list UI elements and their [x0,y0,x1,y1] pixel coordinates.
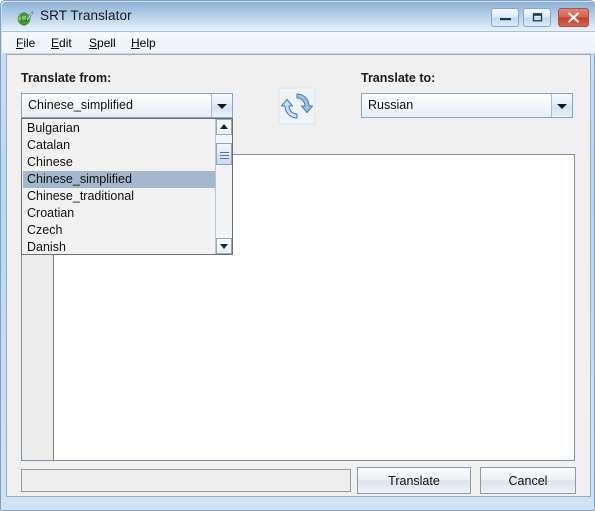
application-window: SRT Translator File Edit Spell Help Tran… [0,0,595,511]
list-item[interactable]: Catalan [23,137,216,154]
translate-from-label: Translate from: [21,71,112,85]
list-item[interactable]: Czech [23,222,216,239]
list-item[interactable]: Danish [23,239,216,253]
scroll-down-icon[interactable] [216,238,232,254]
window-title: SRT Translator [40,8,132,23]
arrow-down-glyph [220,244,228,249]
menu-help-mnemonic: H [131,36,140,50]
source-combo-arrow-button[interactable] [211,94,232,117]
translate-button[interactable]: Translate [357,467,471,494]
chevron-down-icon [557,103,567,109]
scrollbar-thumb[interactable] [216,143,232,165]
menu-edit-mnemonic: E [51,36,60,50]
target-language-value: Russian [368,98,414,112]
dropdown-scrollbar[interactable] [215,119,232,254]
translation-progress-bar [21,469,351,492]
translate-to-label: Translate to: [361,71,436,85]
menu-item-spell[interactable]: Spell [83,35,122,52]
source-language-dropdown-popup[interactable]: Bulgarian Catalan Chinese Chinese_simpli… [21,118,233,255]
list-item-selected[interactable]: Chinese_simplified [23,171,216,188]
title-bar[interactable]: SRT Translator [2,2,595,32]
cancel-button[interactable]: Cancel [480,467,576,494]
list-item[interactable]: Chinese_traditional [23,188,216,205]
menu-item-file[interactable]: File [10,35,41,52]
menu-spell-mnemonic: S [89,36,98,50]
grip-line [220,152,229,153]
menu-item-edit[interactable]: Edit [45,35,78,52]
list-item[interactable]: Bulgarian [23,120,216,137]
source-language-combo[interactable]: Chinese_simplified [21,93,233,118]
menu-file-rest: ile [23,36,36,50]
close-icon[interactable] [558,8,589,27]
close-glyph [559,9,588,26]
scroll-up-icon[interactable] [216,119,232,135]
arrow-up-glyph [220,124,228,129]
menu-help-rest: elp [139,36,156,50]
grip-line [220,158,229,159]
menu-edit-rest: dit [59,36,72,50]
menu-spell-rest: pell [97,36,116,50]
maximize-glyph [524,9,550,26]
source-language-option-list[interactable]: Bulgarian Catalan Chinese Chinese_simpli… [23,120,216,253]
chevron-down-icon [217,103,227,109]
grip-line [220,155,229,156]
client-area: Translate from: Translate to: Chinese_si… [6,54,591,497]
list-item[interactable]: Croatian [23,205,216,222]
target-combo-arrow-button[interactable] [551,94,572,117]
menu-bar: File Edit Spell Help [2,32,595,54]
source-language-value: Chinese_simplified [28,98,133,112]
target-language-combo[interactable]: Russian [361,93,573,118]
menu-item-help[interactable]: Help [125,35,162,52]
minimize-glyph [492,9,518,26]
maximize-icon[interactable] [523,8,551,27]
list-item[interactable]: Chinese [23,154,216,171]
swap-languages-icon[interactable] [278,87,316,125]
globe-pen-icon [16,9,34,27]
minimize-icon[interactable] [491,8,519,27]
